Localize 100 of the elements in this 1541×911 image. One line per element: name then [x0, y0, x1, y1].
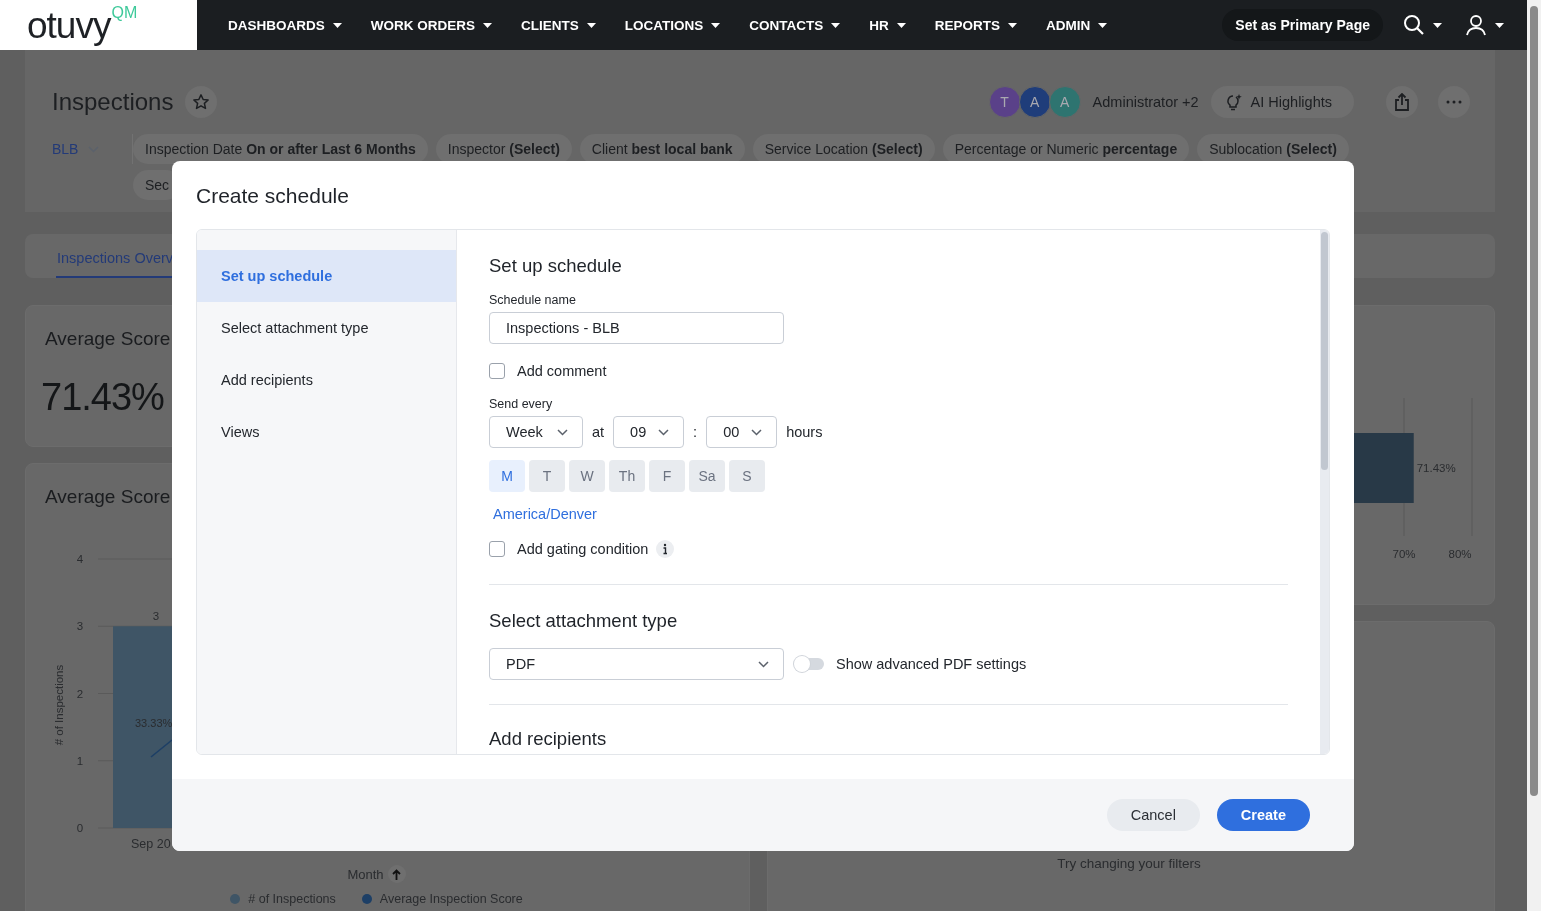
axis-category-label: Sep 20: [131, 837, 171, 851]
axis-tick-label: 1: [76, 754, 84, 767]
caret-icon: [1098, 22, 1108, 28]
trend-line: [150, 739, 173, 758]
caret-icon: [483, 22, 492, 28]
search-menu[interactable]: [1403, 14, 1442, 36]
caret-icon: [1008, 22, 1018, 28]
share-button[interactable]: [1386, 86, 1418, 118]
page-title: Inspections: [52, 88, 174, 116]
user-icon: [1465, 14, 1487, 36]
search-icon: [1403, 14, 1425, 36]
attachment-type-select[interactable]: PDF: [489, 648, 784, 680]
dialog-title: Create schedule: [196, 184, 349, 207]
create-button[interactable]: Create: [1216, 799, 1310, 831]
user-avatar: A: [1048, 86, 1081, 118]
time-separator: :: [693, 424, 698, 440]
toggle-label: Show advanced PDF settings: [836, 656, 1027, 672]
nav-menu[interactable]: REPORTS: [934, 17, 1018, 33]
filter-chip[interactable]: Service Location (Select): [752, 134, 935, 164]
chevron-down-icon: [557, 428, 568, 436]
nav-menu[interactable]: WORK ORDERS: [370, 17, 492, 33]
filter-chip[interactable]: Percentage or Numeric percentage: [942, 134, 1190, 164]
bar-value-label: 71.43%: [1416, 462, 1456, 474]
sort-button[interactable]: [387, 865, 406, 883]
scrollbar[interactable]: [1320, 230, 1329, 754]
caret-icon: [896, 22, 906, 28]
share-icon: [1394, 93, 1410, 111]
field-label: Send every: [489, 397, 554, 411]
user-avatar: A: [1018, 86, 1051, 118]
field-label: Schedule name: [489, 293, 577, 307]
caret-icon: [711, 22, 721, 28]
nav-menu[interactable]: CONTACTS: [749, 17, 841, 33]
at-label: at: [592, 424, 605, 440]
star-icon: [192, 93, 211, 111]
timezone-link[interactable]: America/Denver: [493, 506, 597, 522]
schedule-name-field[interactable]: Inspections - BLB: [489, 312, 784, 344]
legend-label: Average Inspection Score: [379, 892, 523, 906]
more-icon: [1446, 100, 1462, 104]
axis-tick-label: 70%: [1392, 548, 1416, 560]
nav-menu[interactable]: HR: [869, 17, 906, 33]
weekday-toggle[interactable]: F: [649, 460, 685, 492]
section-heading: Set up schedule: [489, 255, 623, 277]
caret-icon: [1495, 22, 1504, 28]
card-title: Average Score: [45, 328, 171, 350]
filter-chip[interactable]: Inspection Date On or after Last 6 Months: [133, 134, 428, 164]
nav-menu[interactable]: ADMIN: [1046, 17, 1108, 33]
score-value: 71.43%: [41, 376, 164, 419]
checkbox-label: Add gating condition: [517, 541, 649, 557]
chevron-down-icon: [658, 428, 670, 436]
step-item[interactable]: Add recipients: [197, 354, 456, 406]
weekday-toggle[interactable]: Sa: [689, 460, 725, 492]
user-avatar: T: [988, 86, 1021, 118]
toggle-switch[interactable]: [796, 658, 824, 670]
weekday-toggle[interactable]: W: [569, 460, 605, 492]
primary-page-button[interactable]: Set as Primary Page: [1222, 9, 1383, 41]
step-item[interactable]: Views: [197, 406, 456, 458]
checkbox[interactable]: [489, 541, 505, 557]
nav-menu[interactable]: DASHBOARDS: [228, 17, 342, 33]
caret-icon: [831, 22, 841, 28]
section-heading: Add recipients: [489, 728, 608, 750]
axis-tick-label: 80%: [1448, 548, 1472, 560]
chevron-down-icon: [751, 428, 763, 436]
caret-icon: [1433, 22, 1442, 28]
card-title: Average Score: [45, 486, 171, 508]
weekday-toggle[interactable]: S: [729, 460, 765, 492]
sparkle-bulb-icon: [1224, 93, 1243, 111]
cancel-button[interactable]: Cancel: [1106, 799, 1200, 831]
bar-value-label: 3: [152, 610, 160, 623]
minute-select[interactable]: 00: [706, 416, 778, 448]
axis-tick-label: 4: [76, 553, 84, 565]
ai-highlights-button[interactable]: AI Highlights: [1210, 86, 1354, 118]
favorite-button[interactable]: [185, 86, 218, 118]
chart-bar: [1353, 433, 1414, 503]
page-scrollbar[interactable]: [1527, 0, 1541, 911]
checkbox[interactable]: [489, 363, 505, 379]
hour-select[interactable]: 09: [613, 416, 685, 448]
caret-icon: [586, 22, 596, 28]
chevron-down-icon: [758, 660, 769, 668]
frequency-select[interactable]: Week: [489, 416, 583, 448]
user-menu[interactable]: [1465, 14, 1504, 36]
section-heading: Select attachment type: [489, 610, 679, 632]
info-icon: [656, 540, 675, 558]
nav-menu[interactable]: LOCATIONS: [624, 17, 721, 33]
weekday-toggle[interactable]: T: [529, 460, 565, 492]
axis-tick-label: 3: [76, 620, 84, 633]
filter-chip[interactable]: Inspector (Select): [435, 134, 572, 164]
logo-text: otuvy: [27, 6, 111, 44]
hours-label: hours: [786, 424, 823, 440]
step-item[interactable]: Set up schedule: [197, 250, 456, 302]
filter-chip[interactable]: Client best local bank: [579, 134, 745, 164]
filter-chip[interactable]: Sublocation (Select): [1197, 134, 1349, 164]
nav-menu[interactable]: CLIENTS: [521, 17, 596, 33]
weekday-toggle[interactable]: M: [489, 460, 525, 492]
step-item[interactable]: Select attachment type: [197, 302, 456, 354]
empty-message: Try changing your filters: [1057, 856, 1201, 871]
caret-icon: [332, 22, 342, 28]
weekday-toggle[interactable]: Th: [609, 460, 645, 492]
legend-label: # of Inspections: [248, 892, 336, 906]
viewers-label: Administrator +2: [1092, 94, 1199, 110]
more-button[interactable]: [1438, 86, 1470, 118]
